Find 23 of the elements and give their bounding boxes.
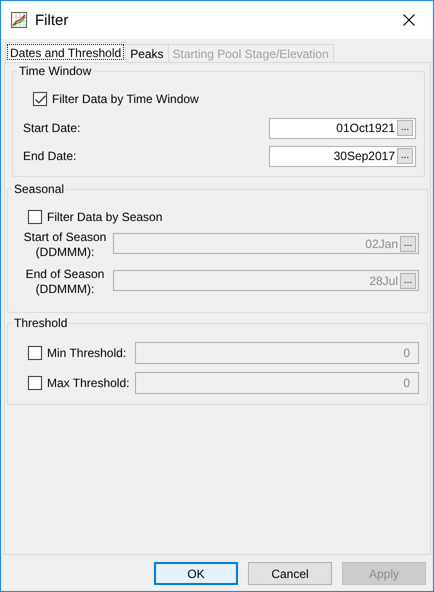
checkbox-label: Filter Data by Time Window bbox=[52, 92, 199, 106]
window-title: Filter bbox=[35, 12, 70, 28]
field-label: End of Season (DDMMM): bbox=[24, 267, 106, 297]
dialog-button[interactable]: Cancel bbox=[248, 562, 332, 585]
date-field[interactable]: 30Sep2017 ... bbox=[269, 146, 416, 166]
chart-icon bbox=[11, 12, 27, 28]
close-icon[interactable] bbox=[403, 14, 415, 26]
group-title: Time Window bbox=[17, 64, 94, 78]
dialog-button[interactable]: OK bbox=[154, 562, 238, 585]
group-title: Threshold bbox=[12, 316, 70, 330]
checkbox[interactable] bbox=[28, 210, 42, 224]
field-label: End Date: bbox=[23, 149, 76, 163]
browse-button[interactable]: ... bbox=[397, 120, 413, 136]
tab[interactable]: Dates and Threshold bbox=[5, 42, 126, 62]
date-field[interactable]: 01Oct1921 ... bbox=[269, 118, 416, 138]
group-title: Seasonal bbox=[12, 182, 66, 196]
checkbox-label: Min Threshold: bbox=[47, 346, 126, 360]
field-label: Start Date: bbox=[23, 121, 80, 135]
field-label: Start of Season (DDMMM): bbox=[22, 230, 108, 260]
checkbox-label: Filter Data by Season bbox=[47, 210, 162, 224]
checkbox-label: Max Threshold: bbox=[47, 376, 130, 390]
browse-button[interactable]: ... bbox=[397, 148, 413, 164]
checkbox[interactable] bbox=[33, 92, 47, 106]
